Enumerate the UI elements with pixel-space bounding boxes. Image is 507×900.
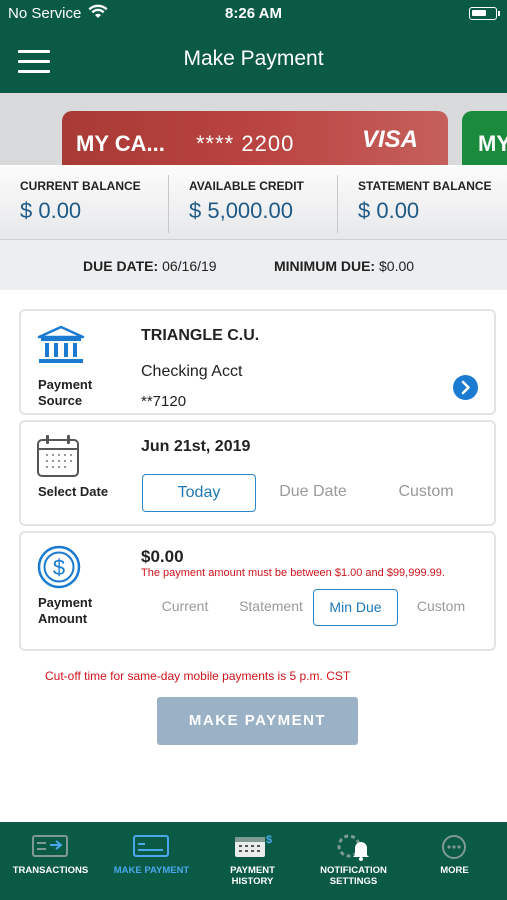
tab-more[interactable]: MORE <box>404 822 505 900</box>
amount-option-custom[interactable]: Custom <box>398 589 484 626</box>
due-date: DUE DATE: 06/16/19 <box>83 258 217 274</box>
tab-label: MORE <box>440 865 469 876</box>
tab-label: MAKE PAYMENT <box>113 865 190 876</box>
tab-notification-settings[interactable]: NOTIFICATION SETTINGS <box>303 822 404 900</box>
tab-label: TRANSACTIONS <box>12 865 89 876</box>
app-header: No Service 8:26 AM Make Payment <box>0 0 507 93</box>
payment-amount-label: Payment Amount <box>38 595 92 627</box>
minimum-due: MINIMUM DUE: $0.00 <box>274 258 414 274</box>
card-carousel[interactable]: MY CA... **** 2200 VISA MY <box>0 93 507 165</box>
page-title: Make Payment <box>183 47 324 70</box>
clock: 8:26 AM <box>225 5 282 22</box>
date-option-today[interactable]: Today <box>142 474 256 512</box>
divider <box>337 175 338 233</box>
select-date-label: Select Date <box>38 484 109 499</box>
select-date-panel: Select Date Jun 21st, 2019 Today Due Dat… <box>19 420 496 526</box>
make-payment-button[interactable]: MAKE PAYMENT <box>157 697 358 745</box>
payment-amount-panel: $ Payment Amount $0.00 The payment amoun… <box>19 531 496 651</box>
current-balance-value: $ 0.00 <box>20 198 82 223</box>
payment-source-label-line2: Source <box>38 393 83 408</box>
bank-icon <box>37 325 85 363</box>
payment-source-label: Payment Source <box>38 377 92 409</box>
due-date-value: 06/16/19 <box>162 258 217 274</box>
tab-transactions[interactable]: TRANSACTIONS <box>0 822 101 900</box>
minimum-due-label: MINIMUM DUE: <box>274 258 376 274</box>
available-credit-value: $ 5,000.00 <box>189 198 293 223</box>
dollar-circle-icon: $ <box>37 545 81 589</box>
date-option-due-date[interactable]: Due Date <box>256 474 370 512</box>
statement-balance-label: STATEMENT BALANCE <box>358 179 492 193</box>
transactions-icon <box>32 835 68 857</box>
payment-source-panel[interactable]: Payment Source TRIANGLE C.U. Checking Ac… <box>19 309 496 415</box>
balance-summary: CURRENT BALANCE $ 0.00 AVAILABLE CREDIT … <box>0 165 507 240</box>
more-icon <box>442 835 466 859</box>
selected-date: Jun 21st, 2019 <box>141 438 251 455</box>
statement-balance-value: $ 0.00 <box>358 198 420 223</box>
account-type: Checking Acct <box>141 363 243 380</box>
current-balance-label: CURRENT BALANCE <box>20 179 141 193</box>
tab-payment-history[interactable]: $ PAYMENT HISTORY <box>202 822 303 900</box>
status-bar: No Service 8:26 AM <box>0 0 507 28</box>
tab-label: NOTIFICATION SETTINGS <box>320 865 387 887</box>
payment-amount-label-line2: Amount <box>38 611 88 626</box>
date-option-custom[interactable]: Custom <box>370 474 482 512</box>
bell-gear-icon <box>337 834 369 861</box>
chevron-right-icon[interactable] <box>453 375 478 400</box>
amount-option-min-due[interactable]: Min Due <box>313 589 398 626</box>
bank-name: TRIANGLE C.U. <box>141 327 260 344</box>
calendar-icon <box>37 435 79 477</box>
svg-text:$: $ <box>266 834 272 846</box>
divider <box>168 175 169 233</box>
svg-text:$: $ <box>53 555 65 580</box>
tab-label: PAYMENT HISTORY <box>230 865 275 887</box>
payment-amount-label-line1: Payment <box>38 595 93 610</box>
credit-card-next[interactable]: MY <box>462 111 507 165</box>
payment-source-label-line1: Payment <box>38 377 93 392</box>
amount-option-statement[interactable]: Statement <box>228 589 314 626</box>
account-number: **7120 <box>141 393 187 410</box>
card-payment-icon <box>133 835 169 857</box>
cutoff-note: Cut-off time for same-day mobile payment… <box>45 669 351 683</box>
minimum-due-value: $0.00 <box>379 258 415 274</box>
calendar-dollar-icon: $ <box>235 834 272 857</box>
available-credit-label: AVAILABLE CREDIT <box>189 179 304 193</box>
payment-amount-value: $0.00 <box>141 547 184 566</box>
tab-make-payment[interactable]: MAKE PAYMENT <box>101 822 202 900</box>
battery-icon <box>469 7 500 20</box>
due-info-bar: DUE DATE: 06/16/19 MINIMUM DUE: $0.00 <box>0 240 507 290</box>
amount-option-current[interactable]: Current <box>142 589 228 626</box>
card-number: **** 2200 <box>196 131 295 156</box>
amount-validation-error: The payment amount must be between $1.00… <box>141 567 445 579</box>
credit-card-selected[interactable]: MY CA... **** 2200 VISA <box>62 111 448 165</box>
bottom-tab-bar: TRANSACTIONS MAKE PAYMENT $ PAYMENT HISTO… <box>0 822 507 900</box>
card-name: MY CA... <box>76 131 165 156</box>
card-name: MY <box>478 131 507 156</box>
visa-logo: VISA <box>362 126 419 153</box>
due-date-label: DUE DATE: <box>83 258 159 274</box>
